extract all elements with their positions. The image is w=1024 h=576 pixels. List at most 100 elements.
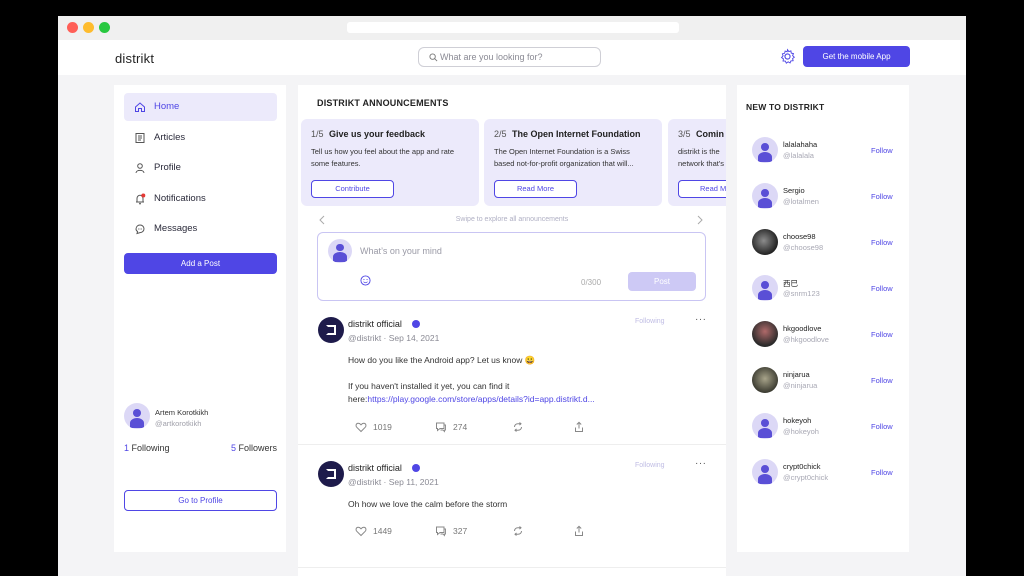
follow-button[interactable]: Follow	[871, 468, 893, 477]
search-box[interactable]	[418, 47, 601, 67]
follow-button[interactable]: Follow	[871, 146, 893, 155]
read-more-button[interactable]: Read M	[678, 180, 726, 198]
new-user-name[interactable]: hkgoodlove	[783, 324, 821, 333]
sidebar-item-label: Profile	[154, 162, 181, 173]
contribute-button[interactable]: Contribute	[311, 180, 394, 198]
following-button[interactable]: Following	[635, 318, 665, 325]
avatar	[328, 239, 352, 263]
announcement-card[interactable]: 2/5 The Open Internet Foundation The Ope…	[484, 119, 662, 206]
post-button[interactable]: Post	[628, 272, 696, 291]
avatar[interactable]	[752, 459, 778, 485]
post-text-line: here:	[348, 394, 368, 404]
new-user-name[interactable]: crypt0chick	[783, 462, 821, 471]
new-user-item: lalalahaha @lalalala Follow	[752, 137, 902, 163]
share-icon	[575, 421, 583, 432]
swipe-hint: Swipe to explore all announcements	[455, 216, 569, 223]
follow-button[interactable]: Follow	[871, 238, 893, 247]
add-post-button[interactable]: Add a Post	[124, 253, 277, 274]
followers-link[interactable]: 5 Followers	[231, 443, 277, 453]
new-user-item: 西巳 @snrm123 Follow	[752, 275, 902, 301]
main-feed: DISTRIKT ANNOUNCEMENTS 1/5 Give us your …	[298, 85, 726, 576]
announcement-card[interactable]: 1/5 Give us your feedback Tell us how yo…	[301, 119, 479, 206]
sidebar-item-articles[interactable]: Articles	[124, 124, 277, 152]
avatar[interactable]	[752, 275, 778, 301]
post-composer: What’s on your mind 0/300 Post	[317, 232, 706, 301]
new-user-handle: @snrm123	[783, 289, 820, 298]
announcement-card[interactable]: 3/5 Comin distrikt is the network that's…	[668, 119, 726, 206]
sidebar-item-label: Messages	[154, 223, 198, 234]
follow-button[interactable]: Follow	[871, 330, 893, 339]
new-user-handle: @ninjarua	[783, 381, 818, 390]
more-options-icon[interactable]: ···	[695, 314, 707, 325]
post-divider	[298, 567, 726, 568]
browser-chrome	[58, 16, 966, 40]
articles-icon	[135, 133, 145, 143]
announcement-title: Comin	[696, 129, 724, 139]
author-name[interactable]: distrikt official	[348, 463, 402, 473]
author-handle: @distrikt	[348, 477, 382, 487]
chat-icon	[135, 224, 145, 235]
new-user-name[interactable]: hokeyoh	[783, 416, 811, 425]
new-user-name[interactable]: ninjarua	[783, 370, 810, 379]
new-user-item: hokeyoh @hokeyoh Follow	[752, 413, 902, 439]
comment-count: 274	[453, 422, 468, 432]
post-text-line: If you haven't installed it yet, you can…	[348, 381, 510, 391]
avatar[interactable]	[752, 229, 778, 255]
avatar[interactable]	[752, 367, 778, 393]
new-user-name[interactable]: choose98	[783, 232, 816, 241]
avatar[interactable]	[752, 137, 778, 163]
new-user-name[interactable]: lalalahaha	[783, 140, 817, 149]
close-window-button[interactable]	[67, 22, 78, 33]
post-date: Sep 11, 2021	[388, 477, 439, 487]
go-to-profile-button[interactable]: Go to Profile	[124, 490, 277, 511]
gear-icon[interactable]	[779, 48, 796, 65]
get-mobile-app-button[interactable]: Get the mobile App	[803, 46, 910, 67]
address-bar[interactable]	[347, 22, 679, 33]
post-link[interactable]: https://play.google.com/store/apps/detai…	[367, 394, 594, 404]
sidebar-item-profile[interactable]: Profile	[124, 154, 277, 182]
sidebar-item-notifications[interactable]: Notifications	[124, 185, 277, 213]
sidebar-item-messages[interactable]: Messages	[124, 215, 277, 243]
emoji-icon[interactable]	[360, 275, 371, 286]
following-link[interactable]: 1 Following	[124, 443, 170, 453]
post-divider	[298, 444, 726, 445]
follow-button[interactable]: Follow	[871, 284, 893, 293]
comment-icon	[436, 526, 446, 537]
left-sidebar: Home Articles Profile Notifications Mess…	[114, 85, 286, 552]
sidebar-item-home[interactable]: Home	[124, 93, 277, 121]
minimize-window-button[interactable]	[83, 22, 94, 33]
author-avatar[interactable]	[318, 317, 344, 343]
app-logo[interactable]: distrikt	[115, 51, 154, 66]
more-options-icon[interactable]: ···	[695, 458, 707, 469]
new-user-name[interactable]: 西巳	[783, 278, 798, 289]
announcements-title: DISTRIKT ANNOUNCEMENTS	[317, 98, 449, 108]
avatar[interactable]	[752, 183, 778, 209]
current-user-card[interactable]: Artem Korotkikh @artkorotkikh	[124, 403, 277, 443]
followers-count: 5	[230, 443, 236, 453]
comment-icon	[436, 422, 446, 433]
announcement-title: Give us your feedback	[329, 129, 426, 139]
current-user-handle: @artkorotkikh	[155, 419, 202, 428]
composer-input[interactable]: What’s on your mind	[360, 246, 442, 256]
avatar[interactable]	[752, 321, 778, 347]
following-button[interactable]: Following	[635, 462, 665, 469]
new-user-handle: @lotalmen	[783, 197, 819, 206]
share-icon	[575, 525, 583, 536]
new-user-name[interactable]: Sergio	[783, 186, 805, 195]
author-name[interactable]: distrikt official	[348, 319, 402, 329]
announcement-text: The Open Internet Foundation is a Swiss …	[494, 147, 634, 168]
maximize-window-button[interactable]	[99, 22, 110, 33]
follow-button[interactable]: Follow	[871, 422, 893, 431]
heart-icon	[355, 526, 367, 537]
follow-button[interactable]: Follow	[871, 192, 893, 201]
new-users-title: NEW TO DISTRIKT	[746, 102, 825, 112]
chevron-right-icon[interactable]	[696, 215, 704, 225]
comment-count: 327	[453, 526, 468, 536]
new-user-handle: @hokeyoh	[783, 427, 819, 436]
author-avatar[interactable]	[318, 461, 344, 487]
avatar[interactable]	[752, 413, 778, 439]
read-more-button[interactable]: Read More	[494, 180, 577, 198]
follow-button[interactable]: Follow	[871, 376, 893, 385]
new-users-panel: NEW TO DISTRIKT lalalahaha @lalalala Fol…	[737, 85, 909, 552]
search-input[interactable]	[440, 50, 595, 64]
